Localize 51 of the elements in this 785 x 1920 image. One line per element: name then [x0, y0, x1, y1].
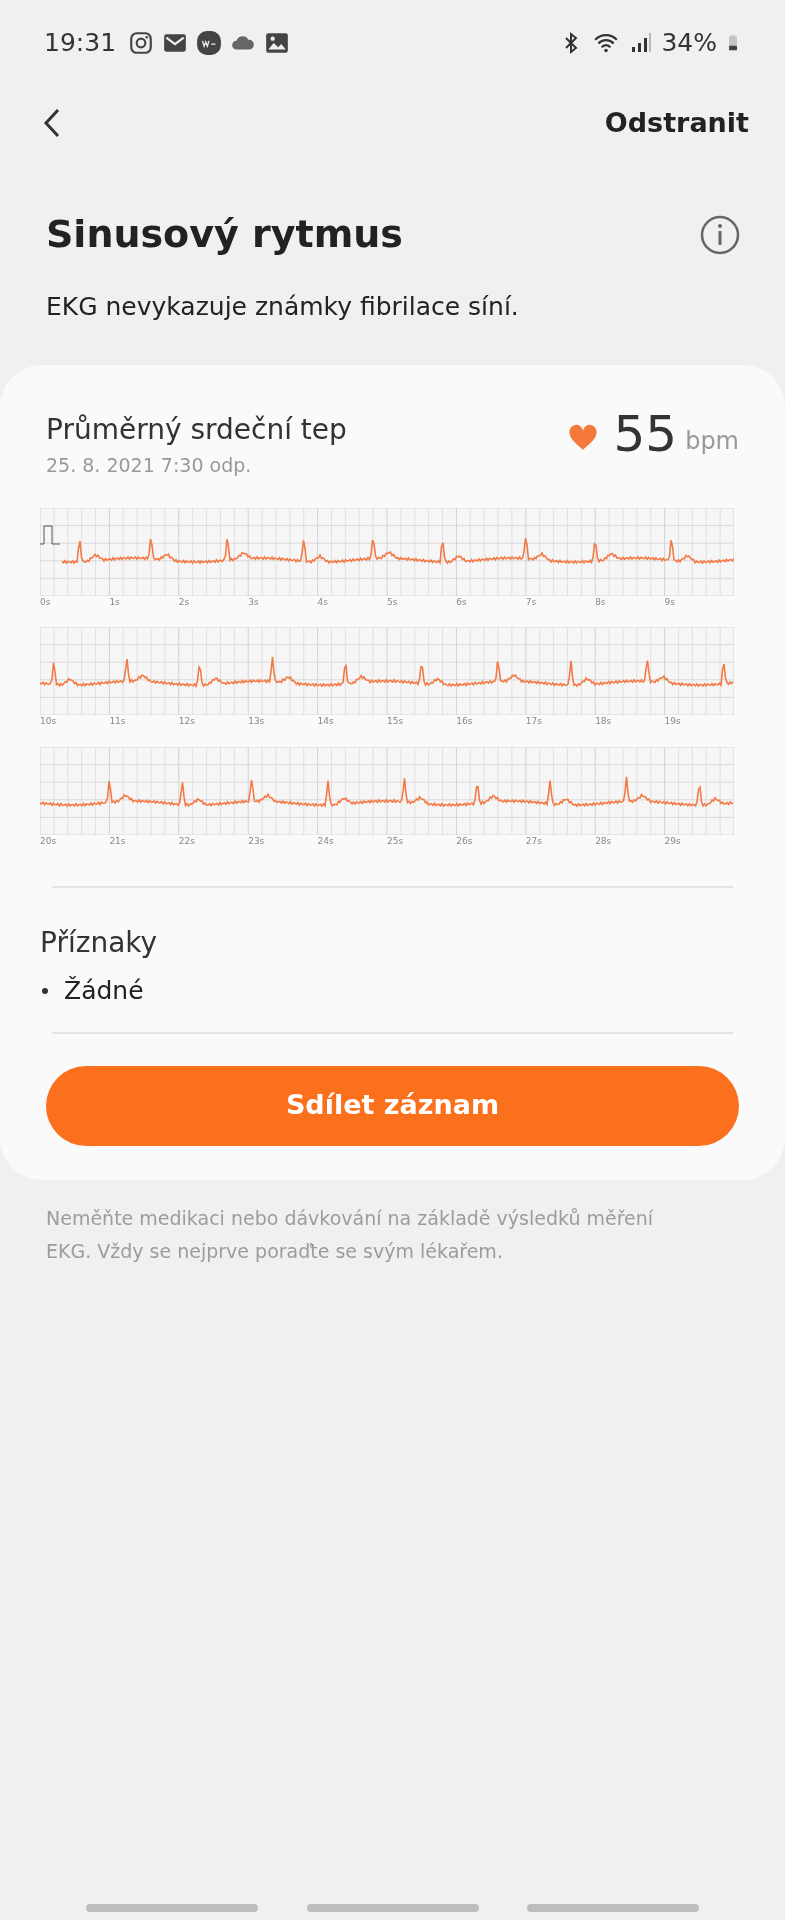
navigation-bar-handle[interactable]: [86, 1904, 258, 1912]
time-label: 25s: [386, 835, 404, 846]
time-label: 14s: [317, 716, 334, 727]
navigation-bar-handle[interactable]: [527, 1904, 699, 1912]
time-label: 8s: [595, 596, 606, 607]
time-label: 26s: [456, 835, 473, 846]
heart-icon: [567, 424, 598, 452]
time-label: 16s: [456, 716, 473, 727]
symptoms-title: Příznaky: [40, 925, 159, 962]
watch-app-icon: [196, 30, 223, 56]
result-title: Sinusový rytmus: [46, 212, 403, 258]
image-icon: [264, 30, 291, 56]
time-label: 15s: [386, 716, 404, 727]
heart-rate-unit: bpm: [685, 426, 739, 458]
time-label: 29s: [664, 835, 681, 846]
time-label: 3s: [248, 596, 259, 607]
time-label: 19s: [664, 716, 681, 727]
time-label: 6s: [456, 596, 467, 607]
time-label: 7s: [525, 596, 537, 607]
delete-button[interactable]: Odstranit: [604, 102, 749, 144]
time-label: 12s: [178, 716, 195, 727]
time-label: 24s: [317, 835, 334, 846]
time-label: 0s: [40, 596, 51, 607]
time-label: 10s: [40, 716, 57, 727]
clock: 19:31: [44, 27, 117, 60]
disclaimer-text: Neměňte medikaci nebo dávkování na základě výsledků měření EKG. Vždy se nejprve poraďte se svým lékařem.: [45, 1205, 655, 1264]
record-date: 25. 8. 2021 7:30 odp.: [46, 453, 253, 479]
time-label: 5s: [386, 596, 398, 607]
time-label: 22s: [178, 835, 195, 846]
heart-rate-label: Průměrný srdeční tep: [46, 412, 347, 449]
time-label: 28s: [595, 835, 612, 846]
time-label: 18s: [595, 716, 612, 727]
info-icon[interactable]: [699, 213, 741, 256]
time-label: 23s: [248, 835, 265, 846]
time-label: 2s: [178, 596, 190, 607]
navigation-bar-handle[interactable]: [306, 1904, 479, 1912]
heart-rate-value: 55: [613, 409, 678, 460]
time-label: 17s: [525, 716, 542, 727]
time-label: 27s: [525, 835, 542, 846]
time-label: 11s: [109, 716, 126, 727]
time-label: 20s: [40, 835, 57, 846]
bullet-icon: [42, 987, 48, 994]
time-label: 21s: [109, 835, 126, 846]
time-label: 4s: [317, 596, 328, 607]
time-label: 9s: [664, 596, 675, 607]
result-description: EKG nevykazuje známky fibrilace síní.: [45, 290, 520, 323]
symptom-item: Žádné: [64, 975, 144, 1008]
time-label: 13s: [248, 716, 265, 727]
time-label: 1s: [109, 596, 120, 607]
camera-icon: [128, 30, 155, 56]
battery-percentage: 34%: [661, 27, 717, 60]
